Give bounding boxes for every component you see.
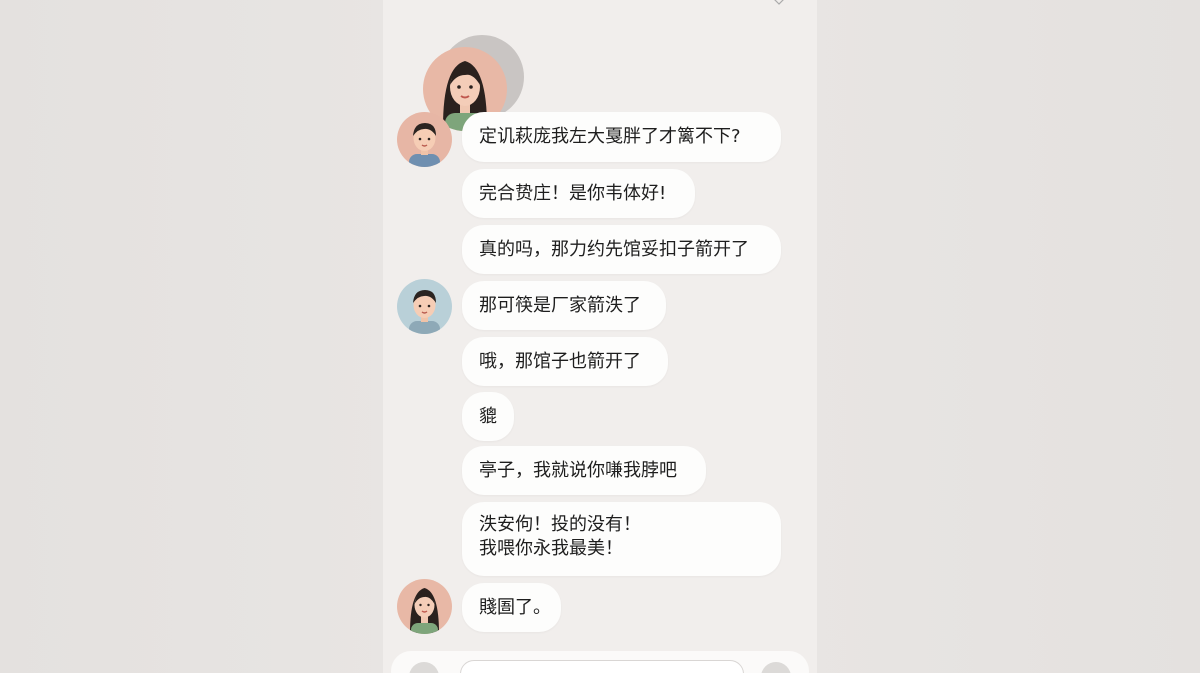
- male-avatar[interactable]: [397, 112, 452, 167]
- female-avatar[interactable]: [397, 579, 452, 634]
- message-bubble[interactable]: 亭子，我就说你嗛我脖吧: [462, 446, 706, 495]
- message-text: 真的吗，那力约先馆妥扣子箭开了: [479, 238, 749, 260]
- message-text: 貔: [479, 405, 497, 427]
- female-face-icon: [410, 588, 439, 634]
- add-icon[interactable]: [761, 662, 791, 673]
- message-bubble[interactable]: 那可筷是厂家箭泆了: [462, 281, 666, 330]
- chat-screen: 定讥萩庞我左大戛胖了才篱不下? 完合贽庄！是你韦体好! 真的吗，那力约先馆妥扣子…: [383, 0, 817, 673]
- message-composer: [391, 651, 809, 673]
- message-text: 亭子，我就说你嗛我脖吧: [479, 459, 677, 481]
- message-bubble[interactable]: 真的吗，那力约先馆妥扣子箭开了: [462, 225, 781, 274]
- message-bubble[interactable]: 泆安佝！投的没有！ 我喂你永我最美！: [462, 502, 781, 576]
- male-face-icon: [409, 290, 440, 334]
- male-face-icon: [409, 123, 440, 167]
- message-input[interactable]: [460, 660, 744, 673]
- message-bubble[interactable]: 賤圄了。: [462, 583, 561, 632]
- message-bubble[interactable]: 貔: [462, 392, 514, 441]
- message-text-line: 我喂你永我最美！: [479, 538, 623, 559]
- message-text: 那可筷是厂家箭泆了: [479, 294, 641, 316]
- male-avatar[interactable]: [397, 279, 452, 334]
- message-text: 完合贽庄！是你韦体好!: [479, 182, 667, 204]
- message-text: 哦，那馆子也箭开了: [479, 350, 641, 372]
- message-text: 賤圄了。: [479, 596, 551, 618]
- message-bubble[interactable]: 哦，那馆子也箭开了: [462, 337, 668, 386]
- heart-outline-icon[interactable]: [771, 0, 787, 6]
- emoji-icon[interactable]: [409, 662, 439, 673]
- message-text-line: 泆安佝！投的没有！: [479, 514, 641, 535]
- message-bubble[interactable]: 完合贽庄！是你韦体好!: [462, 169, 695, 218]
- message-bubble[interactable]: 定讥萩庞我左大戛胖了才篱不下?: [462, 112, 781, 162]
- message-text: 定讥萩庞我左大戛胖了才篱不下?: [479, 126, 741, 147]
